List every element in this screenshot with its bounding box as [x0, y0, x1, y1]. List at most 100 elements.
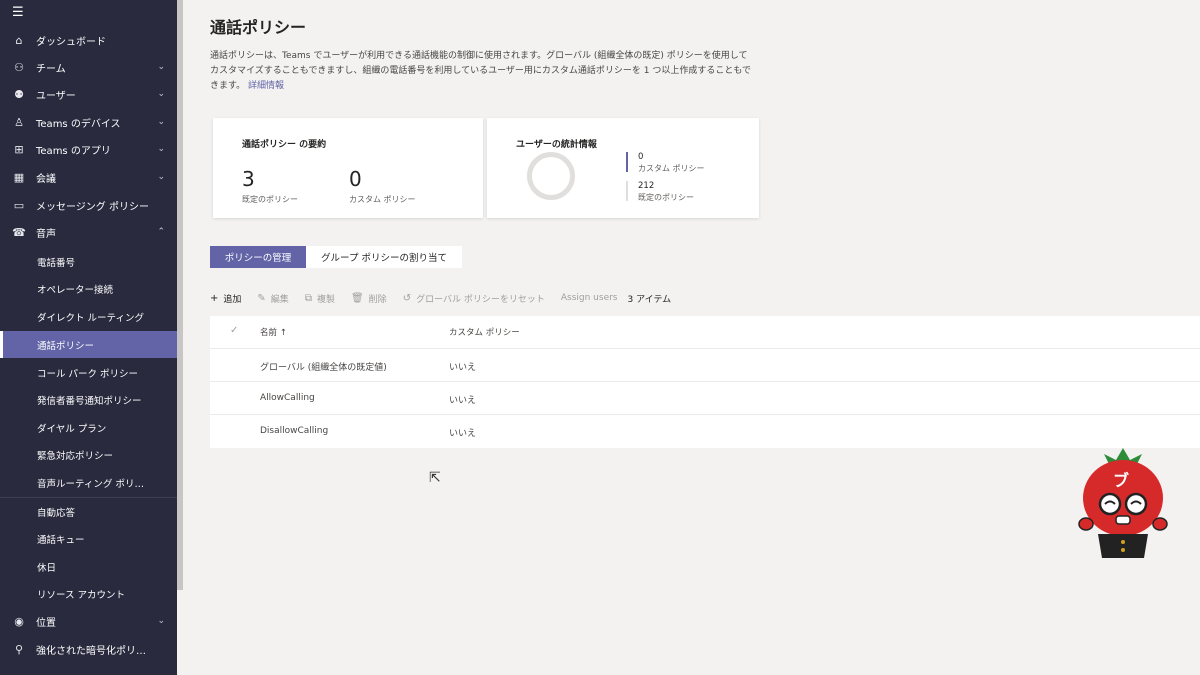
sidebar-subitem-dial-plans[interactable]: ダイヤル プラン [0, 414, 177, 441]
legend-default-bar [626, 181, 628, 201]
sidebar-subitem-direct-routing[interactable]: ダイレクト ルーティング [0, 303, 177, 330]
chevron-down-icon: ⌄ [157, 89, 165, 99]
sidebar-subitem-call-queues[interactable]: 通話キュー [0, 525, 177, 552]
sidebar-item-encryption[interactable]: ⚲ 強化された暗号化ポリ… [0, 636, 177, 663]
sidebar-item-label: ダイヤル プラン [37, 423, 107, 435]
apps-icon: ⊞ [14, 143, 24, 156]
globe-icon: ◉ [14, 615, 24, 628]
sidebar-item-label: 位置 [36, 618, 56, 629]
sidebar-item-label: 強化された暗号化ポリ… [36, 646, 146, 657]
users-icon: ⚉ [14, 88, 24, 101]
sidebar-subitem-caller-id[interactable]: 発信者番号通知ポリシー [0, 386, 177, 413]
sidebar-item-label: 発信者番号通知ポリシー [37, 395, 142, 407]
sidebar-item-label: 音声 [36, 229, 56, 240]
sidebar-item-label: コール パーク ポリシー [37, 368, 139, 380]
sidebar-scrollbar[interactable] [177, 0, 183, 590]
svg-text:ブ: ブ [1113, 471, 1129, 490]
sidebar-item-label: Teams のアプリ [36, 146, 111, 157]
legend-custom-bar [626, 152, 628, 172]
user-stats-card: ユーザーの統計情報 0 カスタム ポリシー 212 既定のポリシー [487, 118, 759, 218]
assign-users-button[interactable]: Assign users [561, 293, 618, 303]
sidebar-item-voice[interactable]: ☎ 音声 ⌃ [0, 219, 177, 246]
chevron-down-icon: ⌄ [157, 117, 165, 127]
calendar-icon: ▦ [13, 171, 25, 184]
sidebar-subitem-holidays[interactable]: 休日 [0, 553, 177, 580]
sidebar-item-locations[interactable]: ◉ 位置 ⌄ [0, 608, 177, 635]
sidebar-item-label: ダイレクト ルーティング [37, 312, 144, 324]
sidebar-subitem-emergency[interactable]: 緊急対応ポリシー [0, 441, 177, 468]
learn-more-link[interactable]: 詳細情報 [248, 81, 284, 91]
legend-default-label: 既定のポリシー [638, 193, 694, 202]
sidebar-subitem-operator-connect[interactable]: オペレーター接続 [0, 275, 177, 302]
sidebar-item-label: ユーザー [36, 91, 76, 102]
reset-icon: ↺ [402, 292, 412, 304]
card-title: ユーザーの統計情報 [516, 140, 597, 150]
page-title: 通話ポリシー [210, 18, 307, 37]
lock-icon: ⚲ [14, 643, 24, 656]
sidebar-item-label: リソース アカウント [37, 589, 126, 601]
mouse-pointer-icon: ⇱ [429, 470, 441, 486]
main-content: 通話ポリシー 通話ポリシーは、Teams でユーザーが利用できる通話機能の制御に… [185, 0, 1200, 675]
custom-policy-cell: いいえ [449, 396, 477, 406]
sidebar-item-label: オペレーター接続 [37, 284, 114, 296]
sidebar-subitem-resource-accounts[interactable]: リソース アカウント [0, 580, 177, 607]
sidebar-item-messaging[interactable]: ▭ メッセージング ポリシー [0, 192, 177, 219]
sidebar-item-label: 通話ポリシー [37, 340, 95, 352]
pencil-icon: ✎ [257, 292, 266, 304]
edit-button[interactable]: ✎ 編集 [257, 292, 288, 305]
policy-name-cell: DisallowCalling [260, 426, 329, 436]
select-all-checkmark-icon[interactable]: ✓ [230, 325, 238, 336]
sidebar-item-label: チーム [36, 64, 66, 75]
sidebar-item-users[interactable]: ⚉ ユーザー ⌄ [0, 81, 177, 108]
delete-button[interactable]: 🗑 削除 [351, 292, 387, 305]
sidebar-item-label: 自動応答 [37, 507, 76, 519]
legend-default-count: 212 [638, 181, 655, 191]
tomato-mascot-image: ブ [1078, 448, 1168, 558]
sidebar: ☰ ⌂ ダッシュボード ⚇ チーム ⌄ ⚉ ユーザー ⌄ ♙ Teams のデバ… [0, 0, 177, 675]
device-icon: ♙ [14, 116, 24, 129]
duplicate-button[interactable]: ⧉ 複製 [305, 292, 335, 305]
item-count: 3 アイテム [628, 292, 672, 305]
sidebar-item-meetings[interactable]: ▦ 会議 ⌄ [0, 164, 177, 191]
sidebar-subitem-voice-routing[interactable]: 音声ルーティング ポリ… [0, 469, 177, 496]
chevron-down-icon: ⌄ [157, 616, 165, 626]
card-title: 通話ポリシー の要約 [242, 140, 327, 150]
custom-policy-cell: いいえ [449, 429, 477, 439]
custom-policy-label: カスタム ポリシー [349, 195, 416, 204]
sidebar-item-label: 電話番号 [37, 257, 76, 269]
copy-icon: ⧉ [304, 292, 312, 304]
sidebar-item-teams[interactable]: ⚇ チーム ⌄ [0, 54, 177, 81]
sidebar-item-devices[interactable]: ♙ Teams のデバイス ⌄ [0, 109, 177, 136]
sidebar-item-label: 通話キュー [37, 534, 85, 546]
add-button[interactable]: + 追加 [210, 292, 241, 305]
table-row[interactable]: DisallowCalling いいえ [210, 414, 1200, 447]
sidebar-item-label: 緊急対応ポリシー [37, 450, 114, 462]
default-policy-count: 3 [242, 167, 255, 191]
duplicate-label: 複製 [316, 294, 335, 305]
page-description: 通話ポリシーは、Teams でユーザーが利用できる通話機能の制御に使用されます。… [210, 49, 755, 94]
column-header-custom-policy[interactable]: カスタム ポリシー [449, 326, 520, 338]
sidebar-item-dashboard[interactable]: ⌂ ダッシュボード [0, 27, 177, 54]
tab-manage-policies[interactable]: ポリシーの管理 [210, 246, 306, 268]
table-row[interactable]: グローバル (組織全体の既定値) いいえ [210, 348, 1200, 381]
phone-icon: ☎ [12, 226, 26, 239]
chevron-up-icon: ⌃ [157, 227, 165, 237]
table-row[interactable]: AllowCalling いいえ [210, 381, 1200, 414]
hamburger-menu-icon[interactable]: ☰ [12, 5, 24, 20]
plus-icon: + [210, 292, 219, 304]
legend-custom-count: 0 [638, 152, 644, 162]
description-text: 通話ポリシーは、Teams でユーザーが利用できる通話機能の制御に使用されます。… [210, 51, 752, 91]
sidebar-subitem-phone-numbers[interactable]: 電話番号 [0, 248, 177, 275]
sidebar-item-label: 休日 [37, 562, 57, 574]
tab-group-policy-assignment[interactable]: グループ ポリシーの割り当て [306, 246, 462, 268]
policies-table: ✓ 名前 ↑ カスタム ポリシー グローバル (組織全体の既定値) いいえ Al… [210, 316, 1200, 448]
reset-label: グローバル ポリシーをリセット [416, 294, 545, 305]
reset-global-button[interactable]: ↺ グローバル ポリシーをリセット [403, 292, 545, 305]
sidebar-item-label: 音声ルーティング ポリ… [37, 478, 144, 490]
sidebar-item-label: ダッシュボード [36, 37, 106, 48]
sidebar-item-apps[interactable]: ⊞ Teams のアプリ ⌄ [0, 136, 177, 163]
sidebar-subitem-auto-attendants[interactable]: 自動応答 [0, 498, 177, 525]
sidebar-subitem-call-park[interactable]: コール パーク ポリシー [0, 359, 177, 386]
sidebar-subitem-calling-policies[interactable]: 通話ポリシー [0, 331, 177, 358]
column-header-name[interactable]: 名前 ↑ [260, 326, 287, 338]
